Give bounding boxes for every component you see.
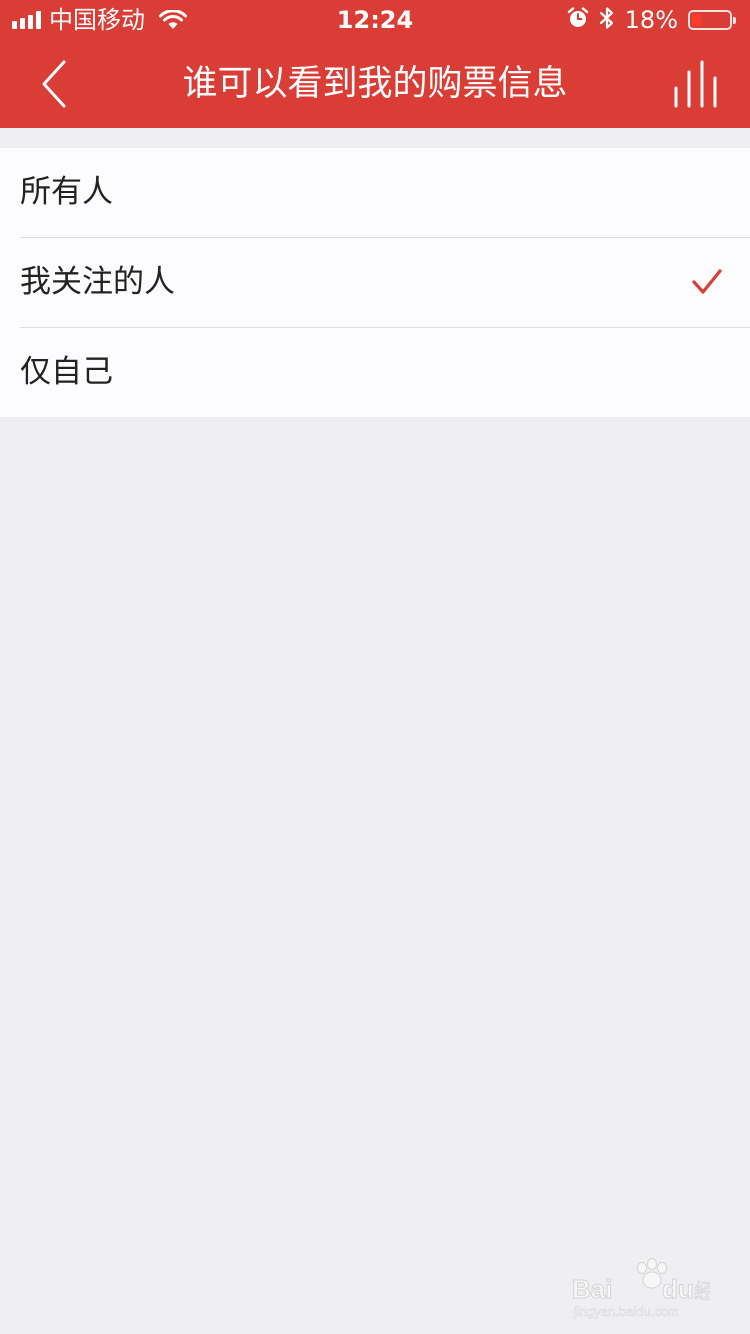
bar-chart-icon: [674, 60, 717, 108]
chevron-left-icon: [42, 60, 66, 108]
battery-fill: [692, 14, 701, 26]
option-label: 仅自己: [20, 354, 113, 390]
header: 中国移动 12:24 18% 谁可以看到我的购票信息: [0, 0, 750, 128]
watermark-suffix: 经验: [694, 1279, 710, 1303]
page-title: 谁可以看到我的购票信息: [182, 64, 568, 104]
option-label: 所有人: [20, 174, 113, 210]
back-button[interactable]: [24, 54, 84, 114]
status-bar: 中国移动 12:24 18%: [0, 0, 750, 40]
watermark-brand: Bai: [572, 1274, 612, 1304]
stats-button[interactable]: [670, 58, 730, 112]
status-right: 18%: [567, 7, 736, 33]
watermark-url: jingyan.baidu.com: [573, 1304, 679, 1319]
option-label: 我关注的人: [20, 264, 175, 300]
option-only-me[interactable]: 仅自己: [20, 327, 750, 417]
option-following[interactable]: 我关注的人: [20, 237, 750, 327]
alarm-icon: [567, 7, 589, 33]
visibility-options-list: 所有人 我关注的人 仅自己: [0, 148, 750, 417]
checkmark-icon: [692, 269, 722, 294]
watermark-brand-suffix: du: [662, 1274, 694, 1304]
battery-icon: [688, 10, 736, 30]
bluetooth-icon: [599, 6, 615, 34]
battery-percent: 18%: [624, 6, 678, 34]
nav-bar: 谁可以看到我的购票信息: [0, 40, 750, 128]
baidu-watermark-logo: Bai du 经验 jingyan.baidu.com: [570, 1252, 734, 1322]
option-everyone[interactable]: 所有人: [0, 148, 750, 237]
